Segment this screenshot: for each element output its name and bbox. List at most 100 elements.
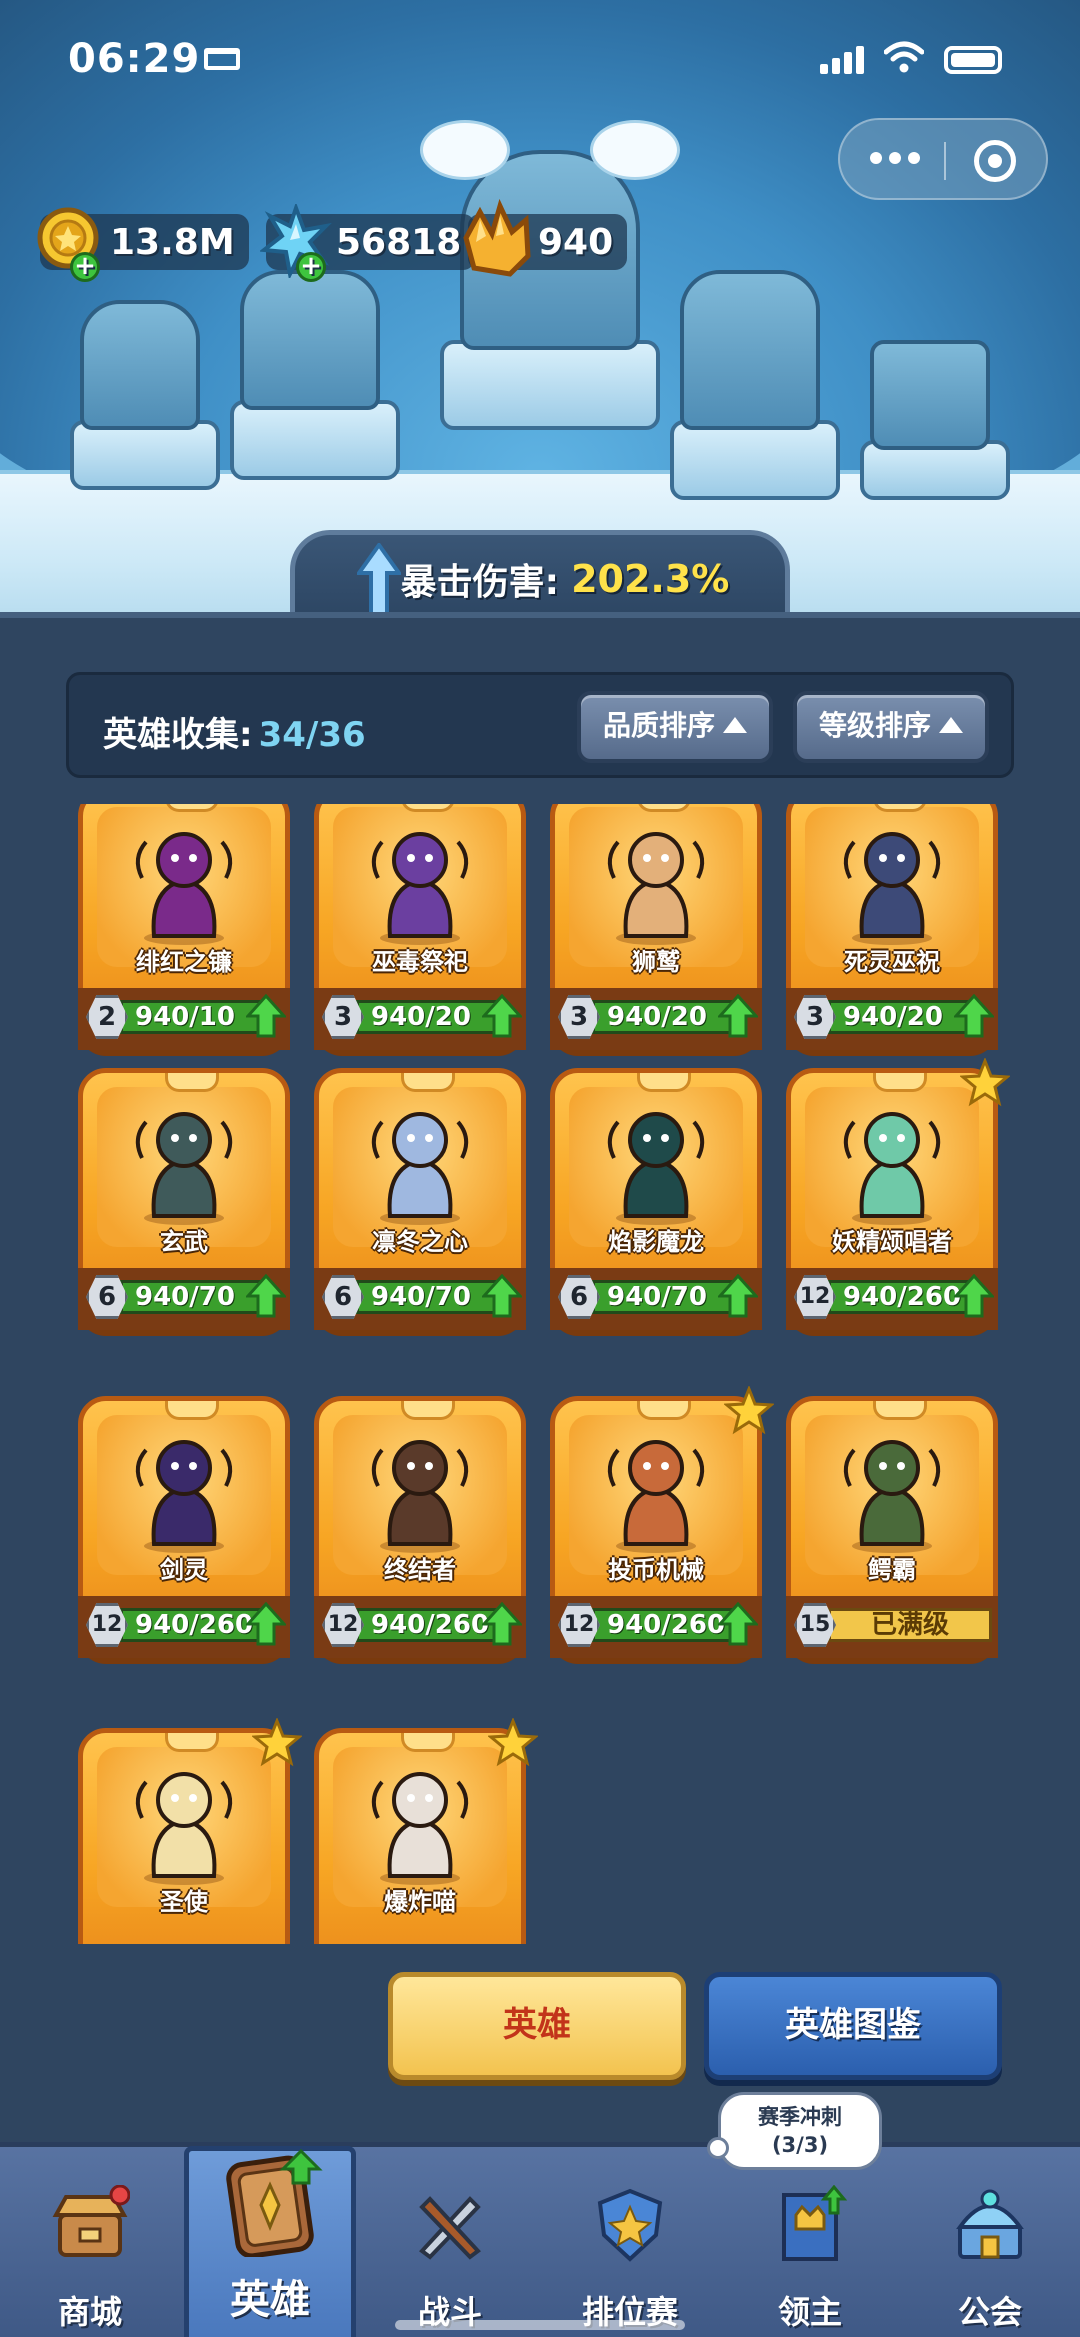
gold-counter[interactable]: + 13.8M [37,207,249,282]
statue-pedestal [70,420,220,490]
hero-card[interactable]: 焰影魔龙 940/70 6 [550,1068,762,1330]
snow-cap [590,120,680,180]
hero-name: 巫毒祭祀 [372,948,468,976]
heroes-button[interactable]: 英雄 [388,1972,686,2080]
hero-name: 终结者 [384,1556,456,1584]
gem-value: 940 [538,221,614,263]
nav-heroes-label: 英雄 [230,2277,310,2323]
season-sprint-bubble[interactable]: 赛季冲刺 (3/3) [707,2092,882,2170]
hero-card[interactable]: 狮鹫 940/20 3 [550,804,762,1050]
hero-card[interactable]: 剑灵 940/260 12 [78,1396,290,1658]
hero-card[interactable]: 终结者 940/260 12 [314,1396,526,1658]
nav-heroes-active[interactable]: 英雄 [184,2146,356,2337]
star-icon [488,1718,538,1767]
nav-lord[interactable]: 领主 [720,2147,900,2337]
hero-name: 绯红之镰 [136,948,232,976]
hero-card[interactable]: 凛冬之心 940/70 6 [314,1068,526,1330]
ice-statue [870,340,990,450]
hero-name: 鳄霸 [868,1556,916,1584]
hero-portrait-icon [371,1440,469,1553]
sort-up-icon [939,717,963,733]
ice-statue [240,270,380,410]
status-time: 06:29 [68,36,201,82]
wifi-icon [884,41,924,73]
hero-card[interactable]: 妖精颂唱者 940/260 12 [786,1058,1010,1330]
hero-name: 狮鹫 [632,948,680,976]
nav-guild[interactable]: 公会 [900,2147,1080,2337]
hero-name: 死灵巫祝 [844,948,940,976]
hero-grid: 绯红之镰 940/10 2 巫毒祭祀 940/20 3 狮鹫 940/20 3 死灵巫祝 940/2… [66,804,1014,1944]
hero-portrait-icon [135,1112,233,1225]
nav-shop[interactable]: 商城 [0,2147,180,2337]
amber-gem-icon [463,198,531,277]
upgrade-arrow-icon [954,1274,994,1318]
hero-card[interactable]: 死灵巫祝 940/20 3 [786,804,998,1050]
upgrade-arrow-icon [482,1274,522,1318]
nav-lord-label: 领主 [777,2293,842,2331]
hero-portrait-icon [371,832,469,945]
star-icon [252,1718,302,1767]
capsule-divider [944,142,946,180]
add-gold-icon[interactable]: + [70,252,100,282]
ice-statue [680,270,820,430]
sort-up-icon [723,717,747,733]
hero-portrait-icon [135,1772,233,1885]
hero-portrait-icon [135,832,233,945]
nav-shop-label: 商城 [57,2293,122,2331]
battery-icon [944,46,1002,74]
home-indicator [395,2320,685,2330]
upgrade-arrow-icon [718,1274,758,1318]
lord-icon [782,2185,848,2261]
collection-label: 英雄收集: 34/36 [103,707,366,756]
season-sprint-count: (3/3) [771,2133,829,2157]
miniprogram-capsule [838,118,1048,200]
crystal-counter[interactable]: + 56818 [260,204,476,282]
crit-damage-value: 202.3% [571,556,730,601]
shop-icon [52,2185,130,2257]
statue-pedestal [670,420,840,500]
hero-card[interactable]: 圣使 [78,1718,302,1944]
more-icon[interactable] [870,152,920,166]
hero-name: 玄武 [160,1228,208,1256]
collection-bar: 英雄收集: 34/36 品质排序 等级排序 [66,672,1014,778]
upgrade-arrow-icon [954,994,994,1038]
statue-pedestal [440,340,660,430]
close-target-icon[interactable] [974,140,1016,182]
upgrade-arrow-icon [718,1602,758,1646]
crit-damage-label: 暴击伤害: [400,561,560,603]
gem-counter[interactable]: 940 [463,198,628,277]
hero-portrait-icon [607,1112,705,1225]
nav-battle[interactable]: 战斗 [360,2147,540,2337]
hero-codex-button[interactable]: 英雄图鉴 [704,1972,1002,2080]
add-crystal-icon[interactable]: + [296,252,326,282]
hero-card[interactable]: 投币机械 940/260 12 [550,1386,774,1658]
hero-card[interactable]: 绯红之镰 940/10 2 [78,804,290,1050]
hero-name: 凛冬之心 [372,1228,468,1256]
star-icon [960,1058,1010,1107]
hero-portrait-icon [843,1440,941,1553]
hero-card[interactable]: 爆炸喵 [314,1718,538,1944]
nav-ranked[interactable]: 排位赛 [540,2147,720,2337]
hero-portrait-icon [371,1772,469,1885]
ice-statue [80,300,200,430]
sort-quality-button[interactable]: 品质排序 [577,691,773,763]
crystal-value: 56818 [336,221,462,263]
crit-damage-banner: 暴击伤害: 202.3% [290,530,790,622]
hero-portrait-icon [607,1440,705,1553]
hero-card[interactable]: 鳄霸 已满级 15 [786,1396,998,1658]
upgrade-arrow-icon [246,1274,286,1318]
battle-icon [419,2196,481,2260]
gold-value: 13.8M [110,221,235,263]
hero-name: 妖精颂唱者 [832,1228,952,1256]
hero-card[interactable]: 玄武 940/70 6 [78,1068,290,1330]
upgrade-arrow-icon [482,1602,522,1646]
season-sprint-title: 赛季冲刺 [758,2105,842,2129]
hero-portrait-icon [371,1112,469,1225]
hero-name: 剑灵 [160,1556,208,1584]
upgrade-arrow-icon [246,1602,286,1646]
hero-portrait-icon [135,1440,233,1553]
max-level-bar: 已满级 [828,1608,992,1642]
upgrade-arrow-icon [246,994,286,1038]
hero-card[interactable]: 巫毒祭祀 940/20 3 [314,804,526,1050]
sort-level-button[interactable]: 等级排序 [793,691,989,763]
